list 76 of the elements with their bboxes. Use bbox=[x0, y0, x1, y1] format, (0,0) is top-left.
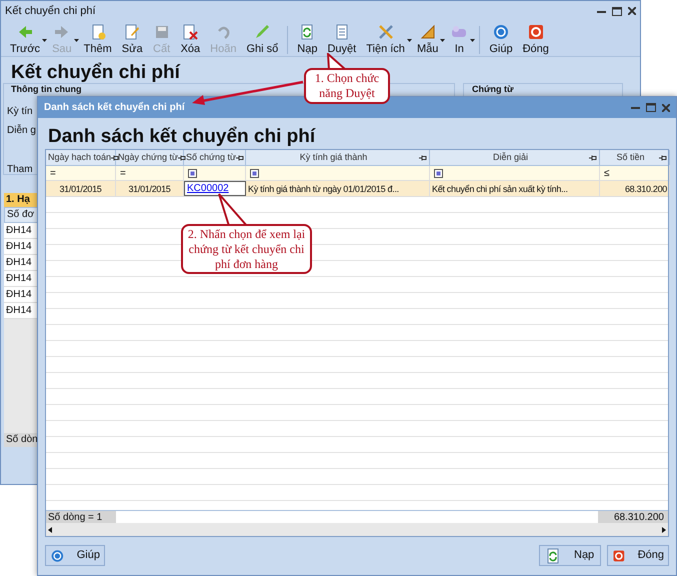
page-heading: Kết chuyển chi phí bbox=[11, 61, 180, 85]
window-title: Kết chuyển chi phí bbox=[5, 4, 96, 19]
table-cell-text: 68.310.200 bbox=[624, 183, 667, 196]
dialog-button[interactable]: Đóng bbox=[607, 545, 669, 566]
table-cell-text: Kết chuyển chi phí sản xuất kỳ tính... bbox=[432, 183, 568, 196]
toolbar-button[interactable]: Thêm bbox=[78, 23, 117, 58]
pin-icon[interactable] bbox=[178, 154, 186, 160]
help-icon bbox=[492, 23, 510, 41]
pin-icon[interactable] bbox=[236, 154, 244, 160]
table-cell: ĐH14 bbox=[4, 287, 38, 303]
close-icon[interactable] bbox=[662, 104, 670, 112]
column-header[interactable]: Số tiền bbox=[600, 150, 670, 165]
toolbar-button[interactable]: In bbox=[445, 23, 476, 58]
pin-icon[interactable] bbox=[589, 154, 597, 160]
maximize-icon[interactable] bbox=[646, 103, 656, 112]
document-delete-icon bbox=[181, 23, 200, 41]
toolbar-button[interactable]: Mẫu bbox=[412, 23, 446, 58]
table-cell-text: 31/01/2015 bbox=[59, 183, 102, 196]
close-icon[interactable] bbox=[628, 7, 636, 15]
total-amount: 68.310.200 bbox=[598, 511, 668, 523]
column-header[interactable]: Ngày hạch toán bbox=[46, 150, 116, 165]
toolbar-button[interactable]: Nạp bbox=[292, 23, 322, 58]
close-icon bbox=[526, 23, 545, 41]
column-header[interactable]: Số chứng từ bbox=[184, 150, 246, 165]
toolbar-button[interactable]: Trước bbox=[5, 23, 48, 58]
table-cell-text: Kỳ tính giá thành từ ngày 01/01/2015 đ... bbox=[248, 183, 399, 196]
filter-checkbox-icon[interactable] bbox=[434, 168, 443, 178]
row-count: Số dòng = 1 bbox=[46, 511, 116, 523]
tab[interactable]: 1. Hạ bbox=[4, 193, 38, 207]
column-header[interactable]: Kỳ tính giá thành bbox=[246, 150, 430, 165]
pin-icon[interactable] bbox=[659, 154, 667, 160]
scroll-left-icon[interactable] bbox=[48, 526, 52, 532]
tools-icon bbox=[376, 23, 395, 41]
toolbar-button[interactable]: Giúp bbox=[484, 23, 518, 58]
filter-checkbox-icon[interactable] bbox=[250, 168, 259, 178]
caret-icon bbox=[42, 38, 48, 42]
ruler-triangle-icon bbox=[418, 23, 437, 41]
toolbar-button[interactable]: Sửa bbox=[116, 23, 148, 58]
field-label: Diễn g bbox=[7, 125, 36, 137]
pin-icon[interactable] bbox=[419, 154, 427, 160]
caret-icon bbox=[74, 38, 79, 42]
dialog-heading: Danh sách kết chuyển chi phí bbox=[48, 126, 316, 147]
dialog-button[interactable]: Nạp bbox=[539, 545, 601, 566]
dialog-title: Danh sách kết chuyển chi phí bbox=[44, 100, 185, 115]
filter-operator[interactable]: = bbox=[120, 166, 126, 180]
filter-operator[interactable]: ≤ bbox=[604, 166, 610, 180]
filter-checkbox-icon[interactable] bbox=[188, 168, 197, 178]
table-cell: ĐH14 bbox=[4, 303, 38, 319]
pin-icon[interactable] bbox=[111, 154, 120, 160]
toolbar-button[interactable]: Xóa bbox=[176, 23, 206, 58]
toolbar-button[interactable]: Đóng bbox=[518, 23, 554, 58]
pencil-icon bbox=[253, 23, 272, 41]
table-cell: ĐH14 bbox=[4, 239, 38, 255]
table-cell: ĐH14 bbox=[4, 223, 38, 239]
caret-icon bbox=[470, 38, 476, 42]
scroll-right-icon[interactable] bbox=[662, 526, 666, 532]
document-pencil-icon bbox=[123, 23, 142, 41]
maximize-icon[interactable] bbox=[612, 6, 622, 16]
field-label: Tham bbox=[7, 164, 33, 176]
table-cell: ĐH14 bbox=[4, 255, 38, 271]
horizontal-scrollbar[interactable] bbox=[46, 523, 668, 536]
toolbar-button[interactable]: Tiện ích bbox=[361, 23, 412, 58]
column-header[interactable]: Diễn giải bbox=[430, 150, 600, 165]
caret-icon bbox=[440, 38, 446, 42]
toolbar-button[interactable]: Ghi sổ bbox=[241, 23, 284, 58]
column-header[interactable]: Ngày chứng từ bbox=[116, 150, 184, 165]
help-button[interactable]: Giúp bbox=[45, 545, 105, 566]
row-count: Số dòn bbox=[4, 433, 38, 447]
table-cell-text: 31/01/2015 bbox=[128, 183, 171, 196]
table-cell: ĐH14 bbox=[4, 271, 38, 287]
column-header: Số đơ bbox=[4, 207, 38, 223]
field-label: Kỳ tín bbox=[7, 106, 33, 118]
group-title: Thông tin chung bbox=[11, 84, 82, 94]
caret-icon bbox=[406, 38, 412, 42]
filter-operator[interactable]: = bbox=[50, 166, 56, 180]
group-title: Chứng từ bbox=[472, 84, 514, 94]
